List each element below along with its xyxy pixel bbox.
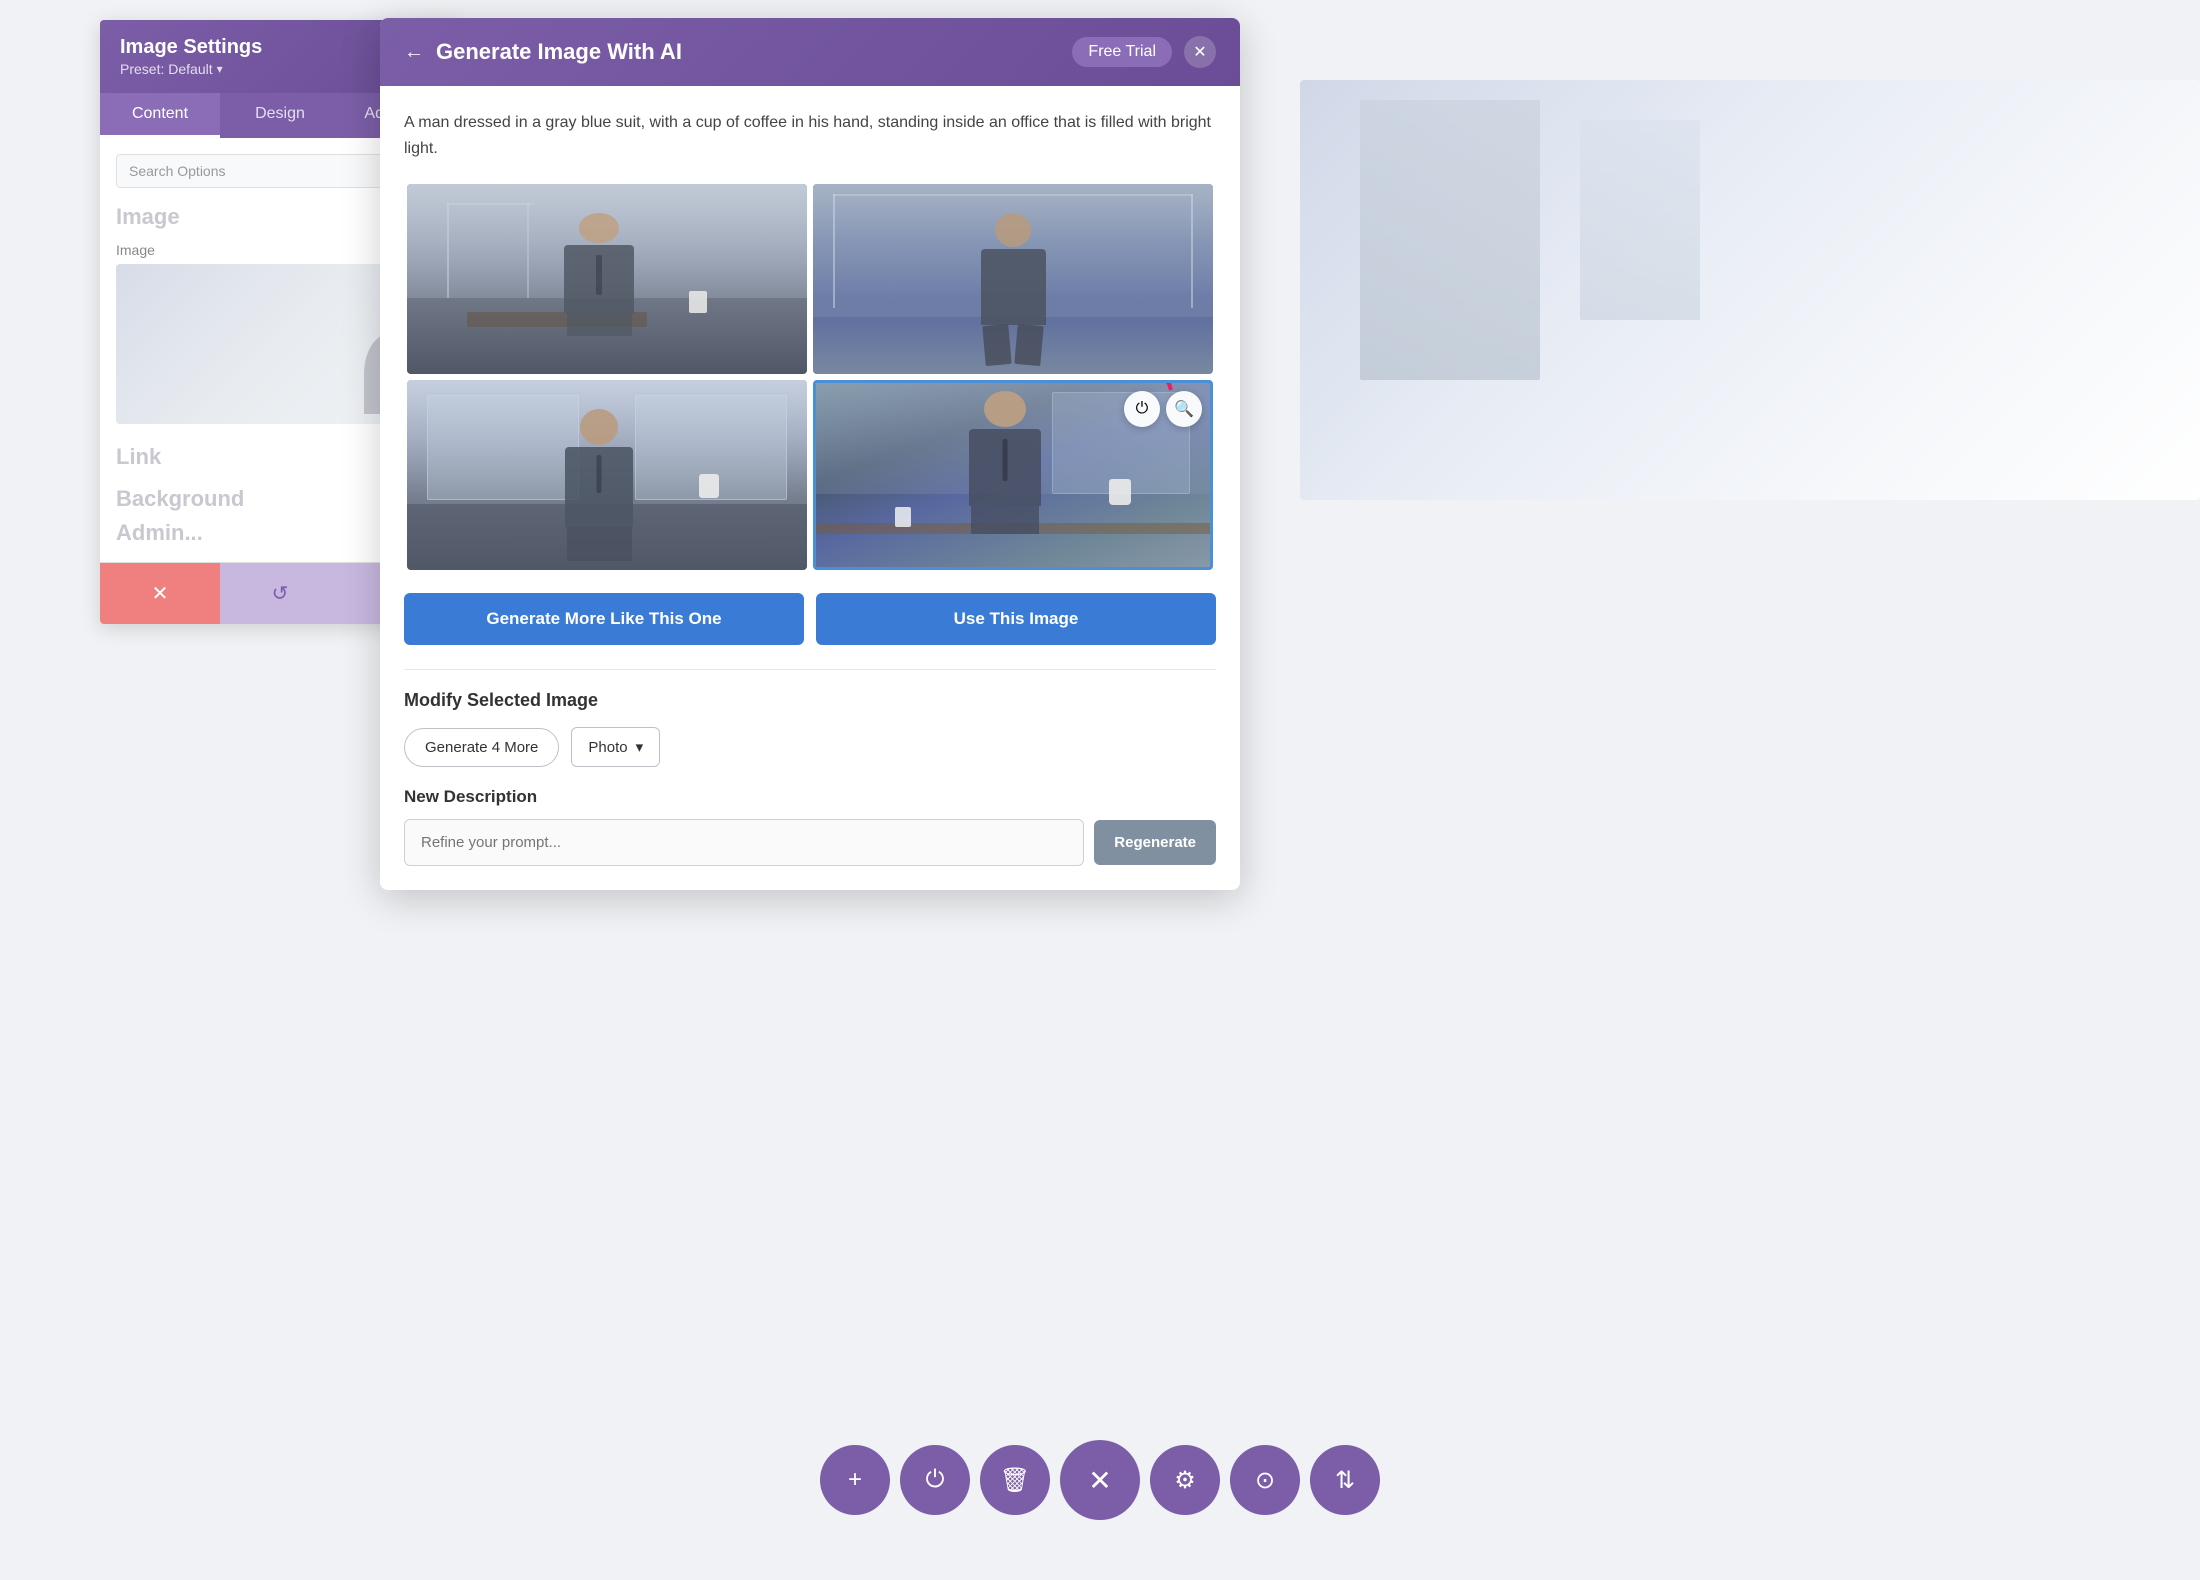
sidebar-title-area: Image Settings Preset: Default — [120, 36, 262, 77]
dialog-back-arrow[interactable]: ← — [404, 41, 424, 64]
dialog-title-area: ← Generate Image With AI — [404, 39, 682, 65]
photo-3 — [407, 380, 807, 570]
select-image-icon[interactable]: ⏻ — [1124, 391, 1160, 427]
zoom-image-icon[interactable]: 🔍 — [1166, 391, 1202, 427]
undo-button[interactable]: ↺ — [220, 563, 340, 624]
ai-dialog: ← Generate Image With AI Free Trial ✕ A … — [380, 18, 1240, 890]
grid-image-4[interactable]: ⏻ 🔍 — [813, 380, 1213, 570]
dialog-header: ← Generate Image With AI Free Trial ✕ — [380, 18, 1240, 86]
photo-type-label: Photo — [588, 739, 627, 756]
toolbar-settings-button[interactable]: ⚙ — [1150, 1445, 1220, 1515]
search-icon: 🔍 — [1174, 399, 1194, 419]
regenerate-button[interactable]: Regenerate — [1094, 820, 1216, 865]
photo-1 — [407, 184, 807, 374]
bottom-toolbar: + ⏻ 🗑 ✕ ⚙ ⊙ ⇅ — [820, 1440, 1380, 1520]
sidebar-preset[interactable]: Preset: Default — [120, 61, 262, 77]
toolbar-delete-button[interactable]: 🗑 — [980, 1445, 1050, 1515]
toolbar-close-button[interactable]: ✕ — [1060, 1440, 1140, 1520]
modify-section: Modify Selected Image Generate 4 More Ph… — [404, 669, 1216, 866]
toolbar-adjust-button[interactable]: ⇅ — [1310, 1445, 1380, 1515]
generate-4-button[interactable]: Generate 4 More — [404, 728, 559, 767]
photo-2 — [813, 184, 1213, 374]
tab-design[interactable]: Design — [220, 93, 340, 138]
dialog-close-button[interactable]: ✕ — [1184, 36, 1216, 68]
modify-controls: Generate 4 More Photo ▾ — [404, 727, 1216, 767]
image-grid: ⏻ 🔍 — [404, 181, 1216, 573]
action-buttons: Generate More Like This One Use This Ima… — [404, 593, 1216, 645]
new-description-label: New Description — [404, 787, 1216, 807]
grid-image-2[interactable] — [813, 184, 1213, 374]
modify-title: Modify Selected Image — [404, 690, 1216, 711]
refine-input-area: Regenerate — [404, 819, 1216, 866]
cancel-button[interactable]: ✕ — [100, 563, 220, 624]
power-icon: ⏻ — [1136, 400, 1149, 418]
dialog-body: A man dressed in a gray blue suit, with … — [380, 86, 1240, 890]
free-trial-badge[interactable]: Free Trial — [1072, 37, 1172, 67]
photo-type-select[interactable]: Photo ▾ — [571, 727, 660, 767]
refine-prompt-input[interactable] — [404, 819, 1084, 866]
generate-more-button[interactable]: Generate More Like This One — [404, 593, 804, 645]
use-image-button[interactable]: Use This Image — [816, 593, 1216, 645]
toolbar-add-button[interactable]: + — [820, 1445, 890, 1515]
toolbar-power-button[interactable]: ⏻ — [900, 1445, 970, 1515]
grid-image-1[interactable] — [407, 184, 807, 374]
dialog-header-right: Free Trial ✕ — [1072, 36, 1216, 68]
toolbar-history-button[interactable]: ⊙ — [1230, 1445, 1300, 1515]
sidebar-title: Image Settings — [120, 36, 262, 59]
tab-content[interactable]: Content — [100, 93, 220, 138]
background-office-image — [1300, 80, 2200, 500]
prompt-description: A man dressed in a gray blue suit, with … — [404, 110, 1216, 161]
grid-image-3[interactable] — [407, 380, 807, 570]
chevron-down-icon: ▾ — [636, 738, 644, 756]
image-overlay-icons: ⏻ 🔍 — [1124, 391, 1202, 427]
dialog-title: Generate Image With AI — [436, 39, 682, 65]
